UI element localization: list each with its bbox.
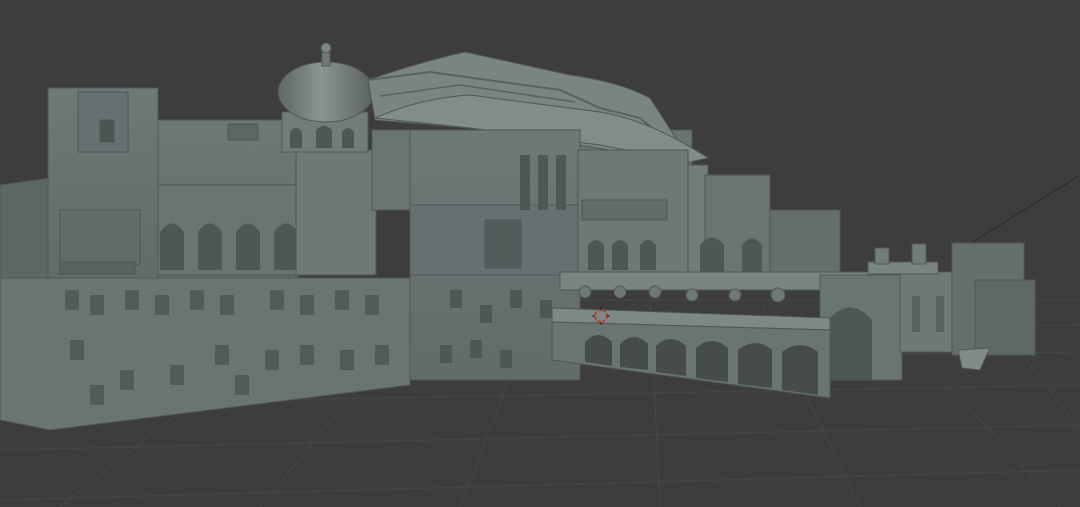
arched-bridge[interactable] [551, 307, 831, 399]
3d-viewport[interactable] [0, 0, 1080, 507]
palace-model[interactable] [0, 42, 1036, 431]
viewport-canvas[interactable] [0, 0, 1080, 507]
